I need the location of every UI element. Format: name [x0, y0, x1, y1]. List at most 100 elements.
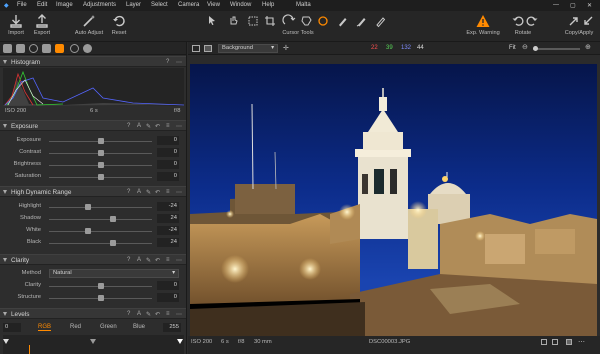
hdr-value-field[interactable]: -24: [157, 226, 179, 235]
exposure-header[interactable]: Exposure ? A ✎ ↶ ≡ ⋯: [0, 120, 186, 131]
levels-max-input[interactable]: 255: [163, 323, 181, 332]
menu-select[interactable]: Select: [151, 2, 168, 8]
tab-lens[interactable]: [29, 44, 38, 53]
hdr-slider-track[interactable]: [49, 219, 152, 220]
tab-capture[interactable]: [16, 44, 25, 53]
collapse-caret-icon[interactable]: [3, 258, 7, 262]
levels-black-point-handle[interactable]: [3, 339, 9, 344]
exposure-value-field[interactable]: 0: [157, 172, 179, 181]
hdr-slider-knob[interactable]: [85, 228, 92, 234]
tab-metadata[interactable]: [83, 44, 92, 53]
export-button[interactable]: Export: [29, 11, 55, 41]
more-icon[interactable]: ⋯: [176, 311, 182, 318]
picker-icon[interactable]: ✎: [146, 123, 151, 130]
presets-icon[interactable]: ≡: [166, 123, 171, 129]
photo-viewer[interactable]: [190, 64, 597, 336]
levels-min-input[interactable]: 0: [3, 323, 21, 332]
auto-icon[interactable]: A: [137, 257, 142, 263]
auto-adjust-button[interactable]: Auto Adjust: [71, 11, 107, 41]
hdr-slider-knob[interactable]: [109, 216, 116, 222]
reset-icon[interactable]: ↶: [155, 257, 160, 264]
more-icon[interactable]: ⋯: [176, 59, 182, 66]
hdr-slider-track[interactable]: [49, 207, 152, 208]
exposure-slider-knob[interactable]: [97, 174, 104, 180]
compare-toggle-icon[interactable]: [552, 339, 558, 345]
zoom-slider-knob[interactable]: [533, 46, 538, 51]
reset-icon[interactable]: ↶: [155, 123, 160, 130]
rotate-button[interactable]: Rotate: [506, 11, 540, 41]
clarity-slider-knob[interactable]: [97, 283, 104, 289]
method-select[interactable]: Natural ▾: [49, 269, 179, 278]
menu-window[interactable]: Window: [230, 2, 251, 8]
exposure-slider-knob[interactable]: [97, 162, 104, 168]
help-icon[interactable]: ?: [127, 123, 132, 129]
menu-adjustments[interactable]: Adjustments: [83, 2, 116, 8]
hdr-value-field[interactable]: -24: [157, 202, 179, 211]
exposure-slider-knob[interactable]: [97, 138, 104, 144]
tab-exposure[interactable]: [55, 44, 64, 53]
channel-blue-tab[interactable]: Blue: [133, 324, 145, 330]
close-button[interactable]: ✕: [587, 2, 592, 9]
tab-color[interactable]: [42, 44, 51, 53]
picker-icon[interactable]: ✎: [146, 311, 151, 318]
help-icon[interactable]: ?: [166, 59, 171, 65]
channel-rgb-tab[interactable]: RGB: [38, 324, 52, 331]
clarity-slider-knob[interactable]: [97, 295, 104, 301]
channel-green-tab[interactable]: Green: [100, 324, 117, 330]
hdr-header[interactable]: High Dynamic Range ? A ✎ ↶ ≡ ⋯: [0, 186, 186, 197]
tab-details[interactable]: [70, 44, 79, 53]
help-icon[interactable]: ?: [127, 189, 132, 195]
reset-button[interactable]: Reset: [107, 11, 131, 41]
histogram-header[interactable]: Histogram ? ⋯: [0, 56, 186, 67]
hdr-slider-knob[interactable]: [85, 204, 92, 210]
exposure-value-field[interactable]: 0: [157, 148, 179, 157]
menu-image[interactable]: Image: [56, 2, 73, 8]
clarity-value-field[interactable]: 0: [157, 293, 179, 302]
presets-icon[interactable]: ≡: [166, 311, 171, 317]
collapse-caret-icon[interactable]: [3, 60, 7, 64]
crosshair-icon[interactable]: ✛: [283, 44, 289, 52]
menu-layer[interactable]: Layer: [126, 2, 141, 8]
auto-icon[interactable]: A: [137, 189, 142, 195]
auto-icon[interactable]: A: [137, 311, 142, 317]
exposure-value-field[interactable]: 0: [157, 160, 179, 169]
reset-icon[interactable]: ↶: [155, 189, 160, 196]
picker-icon[interactable]: ✎: [146, 189, 151, 196]
zoom-out-icon[interactable]: ⊖: [522, 43, 528, 51]
help-icon[interactable]: ?: [127, 257, 132, 263]
exposure-warning-button[interactable]: Exp. Warning: [463, 11, 503, 41]
collapse-caret-icon[interactable]: [3, 312, 7, 316]
picker-icon[interactable]: ✎: [146, 257, 151, 264]
menu-file[interactable]: File: [17, 2, 27, 8]
zoom-slider[interactable]: [533, 46, 580, 51]
exposure-slider-knob[interactable]: [97, 150, 104, 156]
help-icon[interactable]: ?: [127, 311, 132, 317]
hdr-slider-knob[interactable]: [109, 240, 116, 246]
hdr-slider-track[interactable]: [49, 231, 152, 232]
clarity-header[interactable]: Clarity ? A ✎ ↶ ≡ ⋯: [0, 254, 186, 265]
hdr-value-field[interactable]: 24: [157, 238, 179, 247]
channel-red-tab[interactable]: Red: [70, 324, 81, 330]
reset-icon[interactable]: ↶: [155, 311, 160, 318]
hdr-value-field[interactable]: 24: [157, 214, 179, 223]
levels-midpoint-handle[interactable]: [90, 339, 96, 344]
hdr-slider-track[interactable]: [49, 243, 152, 244]
copy-apply-button[interactable]: Copy/Apply: [561, 11, 597, 41]
presets-icon[interactable]: ≡: [166, 189, 171, 195]
zoom-in-icon[interactable]: ⊕: [585, 43, 591, 51]
auto-icon[interactable]: A: [137, 123, 142, 129]
levels-white-point-handle[interactable]: [177, 339, 183, 344]
focus-mask-icon[interactable]: [566, 339, 572, 345]
multi-view-icon[interactable]: [204, 45, 212, 52]
more-icon[interactable]: ⋯: [176, 257, 182, 264]
levels-header[interactable]: Levels ? A ✎ ↶ ≡ ⋯: [0, 308, 186, 319]
menu-view[interactable]: View: [207, 2, 220, 8]
single-view-icon[interactable]: [192, 45, 200, 52]
more-icon[interactable]: ⋯: [176, 123, 182, 130]
collapse-caret-icon[interactable]: [3, 124, 7, 128]
menu-camera[interactable]: Camera: [178, 2, 199, 8]
import-button[interactable]: Import: [3, 11, 29, 41]
background-select[interactable]: Background ▾: [218, 44, 278, 53]
more-icon[interactable]: ⋯: [578, 338, 585, 346]
tab-library[interactable]: [3, 44, 12, 53]
